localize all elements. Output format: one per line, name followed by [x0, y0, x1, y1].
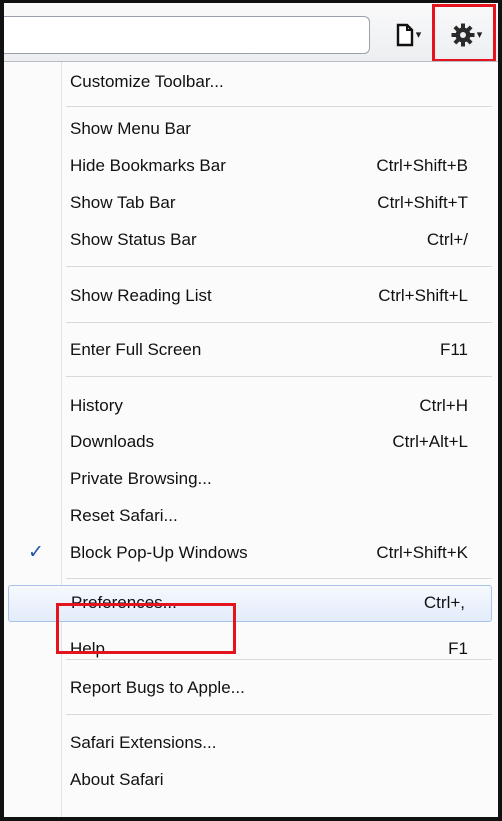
menu-item-report-bugs[interactable]: Report Bugs to Apple... — [4, 670, 498, 707]
menu-item-label: Private Browsing... — [70, 469, 212, 488]
checkmark-icon: ✓ — [28, 542, 44, 563]
menu-item-label: History — [70, 396, 123, 415]
menu-separator — [66, 714, 492, 715]
menu-item-show-reading-list[interactable]: Show Reading List Ctrl+Shift+L — [4, 278, 498, 315]
menu-item-safari-extensions[interactable]: Safari Extensions... — [4, 725, 498, 762]
menu-item-private-browsing[interactable]: Private Browsing... — [4, 461, 498, 498]
menu-item-shortcut: F11 — [439, 340, 468, 359]
menu-item-customize-toolbar[interactable]: Customize Toolbar... — [4, 64, 498, 101]
menu-item-enter-full-screen[interactable]: Enter Full Screen F11 — [4, 332, 498, 369]
menu-separator — [66, 322, 492, 323]
menu-item-history[interactable]: History Ctrl+H — [4, 388, 498, 425]
page-icon — [396, 23, 413, 47]
menu-item-shortcut: Ctrl+Shift+K — [376, 543, 468, 562]
menu-item-shortcut: Ctrl+Shift+T — [377, 193, 468, 212]
menu-item-label: Downloads — [70, 432, 155, 451]
menu-item-label: Enter Full Screen — [70, 340, 202, 359]
menu-item-label: Show Status Bar — [70, 230, 197, 249]
menu-item-show-menu-bar[interactable]: Show Menu Bar — [4, 111, 498, 148]
menu-item-shortcut: F1 — [448, 639, 468, 658]
menu-item-shortcut: Ctrl+H — [419, 396, 468, 415]
menu-separator — [66, 266, 492, 267]
menu-item-shortcut: Ctrl+Shift+B — [376, 156, 468, 175]
chevron-down-icon: ▾ — [415, 28, 422, 41]
menu-item-label: Customize Toolbar... — [70, 72, 224, 91]
menu-separator — [66, 659, 492, 660]
menu-item-reset-safari[interactable]: Reset Safari... — [4, 498, 498, 535]
menu-item-show-tab-bar[interactable]: Show Tab Bar Ctrl+Shift+T — [4, 185, 498, 222]
menu-item-label: Show Menu Bar — [70, 119, 191, 138]
menu-item-show-status-bar[interactable]: Show Status Bar Ctrl+/ — [4, 222, 498, 259]
menu-item-label: Safari Extensions... — [70, 733, 217, 752]
menu-separator — [66, 578, 492, 579]
menu-separator — [66, 376, 492, 377]
menu-item-label: Report Bugs to Apple... — [70, 678, 245, 697]
preferences-highlight-annotation — [56, 603, 236, 654]
menu-item-hide-bookmarks-bar[interactable]: Hide Bookmarks Bar Ctrl+Shift+B — [4, 148, 498, 185]
page-menu-button[interactable]: ▾ — [388, 19, 428, 51]
menu-item-shortcut: Ctrl+/ — [426, 230, 468, 249]
toolbar: ▾ ▾ — [4, 3, 498, 61]
menu-item-shortcut: Ctrl+Alt+L — [392, 432, 468, 451]
menu-item-label: Show Tab Bar — [70, 193, 176, 212]
menu-item-label: Show Reading List — [70, 286, 212, 305]
menu-separator — [66, 106, 492, 107]
menu-item-block-popup-windows[interactable]: ✓ Block Pop-Up Windows Ctrl+Shift+K — [4, 535, 498, 572]
gear-highlight-annotation — [432, 4, 496, 62]
menu-item-label: Block Pop-Up Windows — [70, 543, 248, 562]
menu-item-about-safari[interactable]: About Safari — [4, 762, 498, 799]
menu-item-downloads[interactable]: Downloads Ctrl+Alt+L — [4, 424, 498, 461]
menu-item-shortcut: Ctrl+Shift+L — [378, 286, 468, 305]
address-field[interactable] — [4, 16, 370, 54]
menu-item-label: About Safari — [70, 770, 164, 789]
menu-item-shortcut: Ctrl+, — [423, 593, 465, 612]
settings-menu: Customize Toolbar... Show Menu Bar Hide … — [4, 61, 498, 817]
menu-item-label: Hide Bookmarks Bar — [70, 156, 226, 175]
menu-item-label: Reset Safari... — [70, 506, 178, 525]
